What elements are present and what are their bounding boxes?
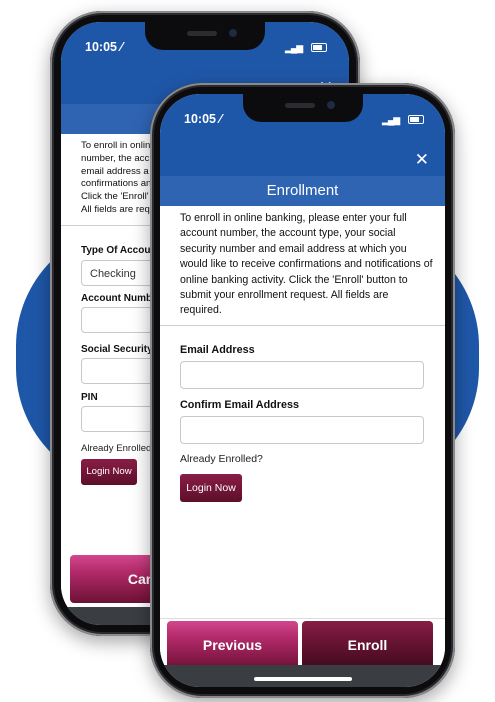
back-login-button[interactable]: Login Now xyxy=(81,459,137,485)
back-ssn-label: Social Security xyxy=(81,344,153,355)
front-screen: 10:05 ⁄ ▂▄▆ ✕ Enrollment To enroll in on… xyxy=(160,94,445,687)
front-status-time: 10:05 ⁄ xyxy=(184,112,222,126)
back-account-label: Account Numb xyxy=(81,293,153,304)
intro-text: To enroll in online banking, please ente… xyxy=(180,212,433,317)
previous-button[interactable]: Previous xyxy=(167,621,298,669)
front-notch xyxy=(242,94,363,122)
back-already-enrolled: Already Enrolled xyxy=(81,443,152,454)
confirm-email-label: Confirm Email Address xyxy=(180,399,299,411)
signal-icon: ▂▄▆ xyxy=(285,43,303,53)
footer: Previous Enroll xyxy=(160,619,445,669)
back-ssn-field[interactable] xyxy=(81,358,161,384)
battery-icon xyxy=(408,115,424,124)
battery-icon xyxy=(311,43,327,52)
back-pin-field[interactable] xyxy=(81,406,161,432)
login-now-button[interactable]: Login Now xyxy=(180,474,242,502)
page-title: Enrollment xyxy=(160,176,445,206)
back-notch xyxy=(145,22,265,50)
back-type-label: Type Of Accou xyxy=(81,245,151,256)
email-field[interactable] xyxy=(180,361,424,389)
front-phone: 10:05 ⁄ ▂▄▆ ✕ Enrollment To enroll in on… xyxy=(150,83,455,698)
front-close-bar: ✕ xyxy=(160,146,445,176)
back-account-type-select[interactable]: Checking xyxy=(81,260,161,286)
signal-icon: ▂▄▆ xyxy=(382,115,400,125)
confirm-email-field[interactable] xyxy=(180,416,424,444)
section-divider xyxy=(160,325,445,326)
already-enrolled-text: Already Enrolled? xyxy=(180,453,263,465)
back-account-number-field[interactable] xyxy=(81,307,161,333)
enroll-button[interactable]: Enroll xyxy=(302,621,433,669)
home-indicator[interactable] xyxy=(253,677,352,681)
close-icon[interactable]: ✕ xyxy=(415,150,429,170)
back-pin-label: PIN xyxy=(81,392,98,403)
back-status-time: 10:05 ⁄ xyxy=(85,40,123,54)
bottom-band xyxy=(160,665,445,687)
email-label: Email Address xyxy=(180,344,255,356)
